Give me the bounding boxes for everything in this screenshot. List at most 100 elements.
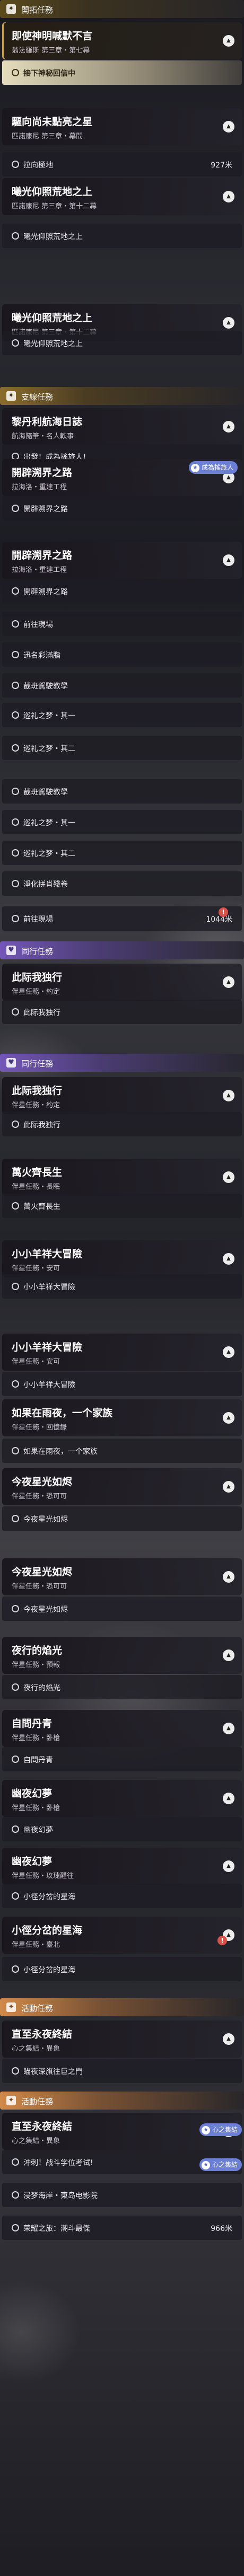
quest-step[interactable]: 小小羊祥大冒險 (2, 1274, 242, 1299)
quest-card[interactable]: 驅向尚未點亮之星匹諾康尼 第三章・幕間 ▲ (2, 108, 242, 145)
quest-step[interactable]: 如果在雨夜，一个家族 (2, 1439, 242, 1463)
quest-card[interactable]: 自問丹青 伴星任務・卧槍 ▲ (2, 1710, 242, 1747)
quest-card[interactable]: 小徑分岔的星海 伴星任務・臺北 ▲ (2, 1917, 242, 1954)
quest-card[interactable]: 今夜星光如烬 伴星任務・恐可可 ▲ (2, 1468, 242, 1505)
quest-step[interactable]: 此际我独行 (2, 1112, 242, 1136)
chevron-up-icon[interactable]: ▲ (223, 1649, 234, 1661)
quest-step[interactable]: 淨化拼肖殘卷 (2, 871, 242, 896)
chevron-up-icon[interactable]: ▲ (223, 1090, 234, 1101)
quest-step[interactable]: 今夜星光如烬 (2, 1596, 242, 1621)
quest-step[interactable]: 曦光仰照荒地之上 (2, 331, 242, 355)
quest-step[interactable]: 小徑分岔的星海 (2, 1957, 242, 1981)
chevron-up-icon[interactable]: ▲ (223, 1171, 234, 1183)
quest-step[interactable]: 拉向極地 927米 (2, 152, 242, 177)
star-icon: ★ (202, 2160, 210, 2169)
quest-step[interactable]: 荣耀之旅：潮斗最傑 966米 (2, 2216, 242, 2240)
quest-title: 驅向尚未點亮之星 (12, 116, 93, 128)
section-header-label: 同行任務 (21, 1059, 54, 1069)
step-text: 巡礼之梦・其一 (23, 819, 75, 827)
step-text: 幽夜幻夢 (23, 1826, 53, 1834)
quest-step[interactable]: 巡礼之梦・其一 (2, 810, 242, 834)
chevron-up-icon[interactable]: ▲ (223, 1571, 234, 1583)
quest-card[interactable]: 夜行的焰光伴星任務・預報 ▲ (2, 1637, 242, 1674)
step-text: 小徑分岔的星海 (23, 1966, 75, 1974)
quest-step[interactable]: 前往現場 (2, 612, 242, 636)
quest-step[interactable]: 幽夜幻夢 (2, 1817, 242, 1841)
quest-card[interactable]: 小小羊祥大冒險 伴星任務・安可 ▲ (2, 1240, 242, 1277)
quest-card[interactable]: 黎丹利航海日誌 航海隨筆・名人軼事 ▲ (2, 408, 242, 445)
quest-step[interactable]: 夜行的焰光 (2, 1675, 242, 1699)
step-distance: 1044米 (206, 915, 232, 924)
quest-card[interactable]: 此际我独行 伴星任務・約定 ▲ (2, 1077, 242, 1114)
tracking-tag[interactable]: ★ 心之集結 (199, 2158, 242, 2171)
quest-subtitle: 伴星任務・安可 (12, 1358, 60, 1366)
chevron-up-icon[interactable]: ▲ (223, 35, 234, 47)
chevron-up-icon[interactable]: ▲ (223, 976, 234, 988)
quest-step[interactable]: 接下神秘回信中 (2, 60, 242, 85)
quest-subtitle: 拉海洛・重建工程 (12, 566, 67, 574)
chevron-up-icon[interactable]: ▲ (223, 1481, 234, 1493)
step-circle-icon (12, 620, 19, 628)
chevron-up-icon[interactable]: ▲ (223, 191, 234, 202)
step-text: 拉向極地 (23, 161, 53, 170)
step-circle-icon (12, 1683, 19, 1691)
quest-card[interactable]: 此际我独行 伴星任務・約定 ▲ (2, 964, 242, 1001)
quest-step[interactable]: 此际我独行 (2, 1000, 242, 1024)
star-icon: ★ (202, 2125, 210, 2134)
quest-step[interactable]: 開辟溯界之路 (2, 579, 242, 603)
quest-step[interactable]: 迅名彩滿脂 (2, 642, 242, 667)
quest-step[interactable]: 今夜星光如烬 (2, 1506, 242, 1531)
quest-card[interactable]: 萬火齊長生 伴星任務・長眠 ▲ (2, 1159, 242, 1196)
quest-step[interactable]: 截斑駕駛教學 (2, 673, 242, 698)
chevron-up-icon[interactable]: ▲ (223, 421, 234, 433)
quest-step[interactable]: 巡礼之梦・其二 (2, 841, 242, 865)
quest-card[interactable]: 即使神明喊默不言 翁法羅斯 第三章・第七幕 ▲ (2, 22, 242, 59)
quest-card[interactable]: 今夜星光如烬 伴星任務・恐可可 ▲ (2, 1558, 242, 1595)
quest-subtitle: 伴星任務・約定 (12, 1101, 60, 1109)
chevron-up-icon[interactable]: ▲ (223, 121, 234, 133)
quest-step[interactable]: 巡礼之梦・其一 (2, 703, 242, 727)
quest-title: 黎丹利航海日誌 (12, 416, 83, 428)
quest-card[interactable]: 幽夜幻夢 伴星任務・玫瑰醒往 ▲ (2, 1848, 242, 1885)
warning-icon: ! (217, 1936, 227, 1945)
tracking-tag[interactable]: ★ 心之集結 (199, 2123, 242, 2136)
section-header-label: 開拓任務 (21, 5, 54, 15)
quest-card[interactable]: 幽夜幻夢 伴星任務・卧槍 ▲ (2, 1780, 242, 1817)
quest-card[interactable]: 曦光仰照荒地之上匹諾康尼 第三章・第十二幕 ▲ (2, 178, 242, 215)
quest-step[interactable]: 萬火齊長生 (2, 1194, 242, 1218)
section-header-label: 支線任務 (21, 392, 54, 402)
step-text: 自問丹青 (23, 1756, 53, 1765)
chevron-up-icon[interactable]: ▲ (223, 2033, 234, 2045)
step-circle-icon (12, 818, 19, 826)
quest-card[interactable]: 直至永夜終結心之集結・異象 ▲ (2, 2021, 242, 2058)
quest-step[interactable]: 瞄夜深旗往巨之門 (2, 2059, 242, 2083)
chevron-up-icon[interactable]: ▲ (223, 554, 234, 566)
quest-step[interactable]: 截斑駕駛教學 (2, 779, 242, 804)
quest-card[interactable]: 小小羊祥大冒險 伴星任務・安可 ▲ (2, 1334, 242, 1371)
quest-subtitle: 匹諾康尼 第三章・幕間 (12, 133, 83, 140)
quest-step[interactable]: 曦光仰照荒地之上 (2, 224, 242, 248)
chevron-up-icon[interactable]: ▲ (223, 1412, 234, 1424)
quest-card[interactable]: 如果在雨夜，一个家族 伴星任務・回憶錄 ▲ (2, 1399, 242, 1436)
quest-title: 小徑分岔的星海 (12, 1925, 83, 1936)
quest-step[interactable]: 開辟溯界之路 (2, 496, 242, 521)
quest-subtitle: 伴星任務・預報 (12, 1661, 60, 1669)
tracking-tag[interactable]: ★ 成為搖旅人 (189, 461, 238, 474)
quest-card[interactable]: 開辟溯界之路 拉海洛・重建工程 ▲ (2, 542, 242, 579)
quest-step[interactable]: 浸梦海岸・東岛电影院 (2, 2183, 242, 2207)
chevron-up-icon[interactable]: ▲ (223, 1346, 234, 1358)
chevron-up-icon[interactable]: ▲ (223, 1253, 234, 1265)
quest-step[interactable]: 小小羊祥大冒險 (2, 1372, 242, 1396)
quest-title: 夜行的焰光 (12, 1645, 63, 1656)
quest-step[interactable]: 前往現場 1044米 (2, 906, 242, 931)
quest-step[interactable]: 小徑分岔的星海 (2, 1884, 242, 1908)
step-circle-icon (12, 2191, 19, 2199)
chevron-up-icon[interactable]: ▲ (223, 1793, 234, 1804)
quest-step[interactable]: 自問丹青 (2, 1747, 242, 1771)
chevron-up-icon[interactable]: ▲ (223, 1860, 234, 1872)
step-circle-icon (12, 880, 19, 887)
chevron-up-icon[interactable]: ▲ (223, 317, 234, 329)
chevron-up-icon[interactable]: ▲ (223, 1723, 234, 1734)
quest-step[interactable]: 巡礼之梦・其二 (2, 736, 242, 760)
quest-subtitle: 翁法羅斯 第三章・第七幕 (12, 47, 90, 55)
